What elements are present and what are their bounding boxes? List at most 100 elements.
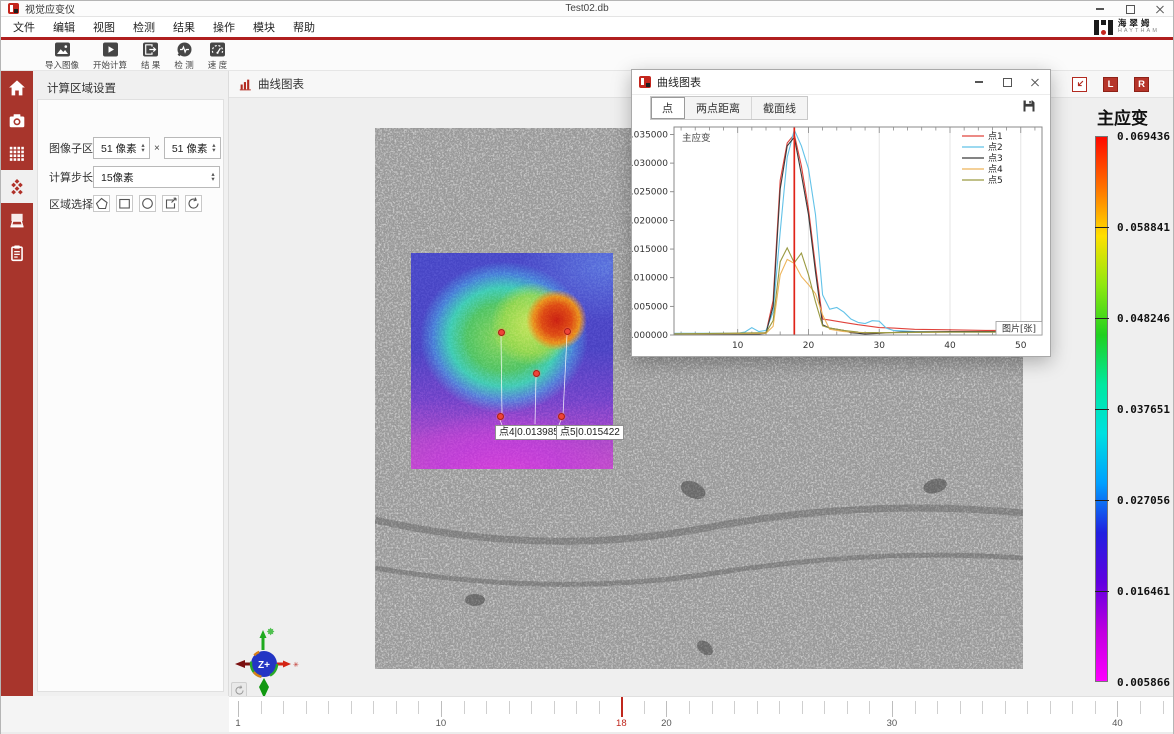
x-tick-label: 10	[732, 341, 744, 351]
subset-x-spinner[interactable]: 51 像素 ▴▾	[93, 137, 150, 159]
tab-curve-chart[interactable]: 曲线图表	[239, 76, 304, 92]
sidebar-item-home[interactable]	[1, 71, 33, 104]
region-tool-rotate-button[interactable]	[185, 195, 202, 212]
menu-item-4[interactable]: 检测	[124, 20, 164, 36]
rotate-icon	[234, 685, 245, 696]
menu-item-1[interactable]: 文件	[4, 20, 44, 36]
curve-tabs-row: 点两点距离截面线	[632, 95, 1050, 121]
toolbar-speed-button[interactable]: 速 度	[208, 42, 227, 71]
timeline-tick	[1027, 701, 1028, 714]
close-button[interactable]	[1153, 3, 1167, 15]
sidebar-item-region[interactable]	[1, 203, 33, 236]
fit-view-button[interactable]	[1072, 77, 1087, 92]
timeline-tick	[802, 701, 803, 714]
measure-point-5[interactable]	[558, 413, 565, 420]
region-tool-circle-button[interactable]	[139, 195, 156, 212]
step-label: 计算步长	[49, 169, 93, 185]
menu-item-3[interactable]: 视图	[84, 20, 124, 36]
timeline-label-40: 40	[1112, 718, 1123, 729]
curve-window-titlebar[interactable]: 曲线图表	[632, 70, 1050, 95]
menu-item-6[interactable]: 操作	[204, 20, 244, 36]
y-tick-label: 0.000000	[632, 331, 668, 341]
curve-maximize-button[interactable]	[1000, 76, 1014, 88]
right-image-button[interactable]: R	[1134, 77, 1149, 92]
subset-y-spinner[interactable]: 51 像素 ▴▾	[164, 137, 221, 159]
step-value: 15像素	[94, 170, 207, 185]
colorbar-value-1: 0.069436	[1117, 130, 1170, 143]
toolbar-import-images-button[interactable]: 导入图像	[45, 42, 79, 71]
region-tool-pentagon-button[interactable]	[93, 195, 110, 212]
settings-panel: 计算区域设置 图像子区 51 像素 ▴▾ × 51 像素 ▴▾ 计算步长 15像…	[33, 71, 229, 696]
measure-point-2[interactable]	[564, 328, 571, 335]
y-tick-label: 0.010000	[632, 274, 668, 284]
sidebar	[1, 71, 33, 696]
chart-tab-两点距离[interactable]: 两点距离	[685, 97, 752, 119]
sidebar-item-report[interactable]	[1, 236, 33, 269]
curve-chart-plot[interactable]: 0.0000000.0050000.0100000.0150000.020000…	[632, 120, 1052, 358]
colorbar-tick	[1095, 318, 1109, 319]
settings-panel-title: 计算区域设置	[33, 71, 228, 96]
brand-name-cn: 海翠姆	[1118, 19, 1159, 27]
region-tool-polygon-edit-button[interactable]	[162, 195, 179, 212]
maximize-button[interactable]	[1123, 3, 1137, 15]
left-image-button[interactable]: L	[1103, 77, 1118, 92]
step-arrows[interactable]: ▴▾	[207, 172, 219, 182]
curve-minimize-button[interactable]	[972, 76, 986, 88]
timeline-tick	[960, 701, 961, 714]
timeline-tick	[937, 701, 938, 714]
subset-x-arrows[interactable]: ▴▾	[137, 143, 149, 153]
menu-item-2[interactable]: 编辑	[44, 20, 84, 36]
region-tool-rectangle-button[interactable]	[116, 195, 133, 212]
measure-point-1[interactable]	[498, 329, 505, 336]
sidebar-item-camera[interactable]	[1, 104, 33, 137]
colorbar-tick	[1095, 500, 1109, 501]
sidebar-item-strain-analysis[interactable]	[1, 170, 33, 203]
minimize-button[interactable]	[1093, 3, 1107, 15]
menu-item-8[interactable]: 帮助	[284, 20, 324, 36]
toolbar-start-calculation-button[interactable]: 开始计算	[93, 42, 127, 71]
legend-label-点3: 点3	[988, 153, 1003, 164]
curve-chart-window[interactable]: 曲线图表 点两点距离截面线 0.0000000.0050000.0100000.…	[631, 69, 1051, 357]
timeline-tick	[666, 701, 667, 717]
menu-item-5[interactable]: 结果	[164, 20, 204, 36]
timeline-tick	[734, 701, 735, 714]
toolbar-results-button[interactable]: 结 果	[141, 42, 160, 71]
measure-point-3[interactable]	[533, 370, 540, 377]
menu-item-7[interactable]: 模块	[244, 20, 284, 36]
timeline-tick	[869, 701, 870, 714]
plot-area[interactable]	[674, 127, 1042, 335]
timeline-tick	[779, 701, 780, 714]
save-icon	[1021, 98, 1037, 114]
colorbar-value-3: 0.048246	[1117, 312, 1170, 325]
svg-text:✳: ✳	[293, 661, 299, 669]
timeline-tick	[757, 701, 758, 714]
measure-point-4[interactable]	[497, 413, 504, 420]
colorbar-value-5: 0.027056	[1117, 494, 1170, 507]
x-axis-unit-label: 图片[张]	[1002, 323, 1036, 335]
timeline-ruler[interactable]: 11018203040	[229, 696, 1173, 732]
strain-heatmap[interactable]: 点4|0.013985点5|0.015422	[411, 253, 613, 469]
curve-close-button[interactable]	[1028, 76, 1042, 88]
save-chart-button[interactable]	[1021, 98, 1037, 114]
legend-label-点1: 点1	[988, 131, 1003, 142]
play-icon	[102, 42, 119, 58]
chart-tab-点[interactable]: 点	[651, 97, 685, 119]
rotate-view-button[interactable]	[231, 682, 247, 696]
subset-y-arrows[interactable]: ▴▾	[208, 143, 220, 153]
y-tick-label: 0.030000	[632, 159, 668, 169]
timeline-tick	[1163, 701, 1164, 714]
step-spinner[interactable]: 15像素 ▴▾	[93, 166, 220, 188]
toolbar-detect-button[interactable]: 检 测	[174, 42, 193, 71]
timeline-cursor[interactable]	[621, 697, 623, 717]
polygon-edit-icon	[164, 197, 177, 210]
sidebar-item-calc-grid[interactable]	[1, 137, 33, 170]
timeline-tick	[306, 701, 307, 714]
chart-tab-截面线[interactable]: 截面线	[752, 97, 807, 119]
timeline-label-30: 30	[887, 718, 898, 729]
region-row: 区域选择	[38, 195, 223, 212]
timeline-tick	[1095, 701, 1096, 714]
bar-chart-icon	[239, 78, 252, 91]
pentagon-icon	[95, 197, 108, 210]
title-bar: 视觉应变仪 Test02.db	[1, 1, 1173, 17]
region-label: 区域选择	[49, 196, 93, 212]
